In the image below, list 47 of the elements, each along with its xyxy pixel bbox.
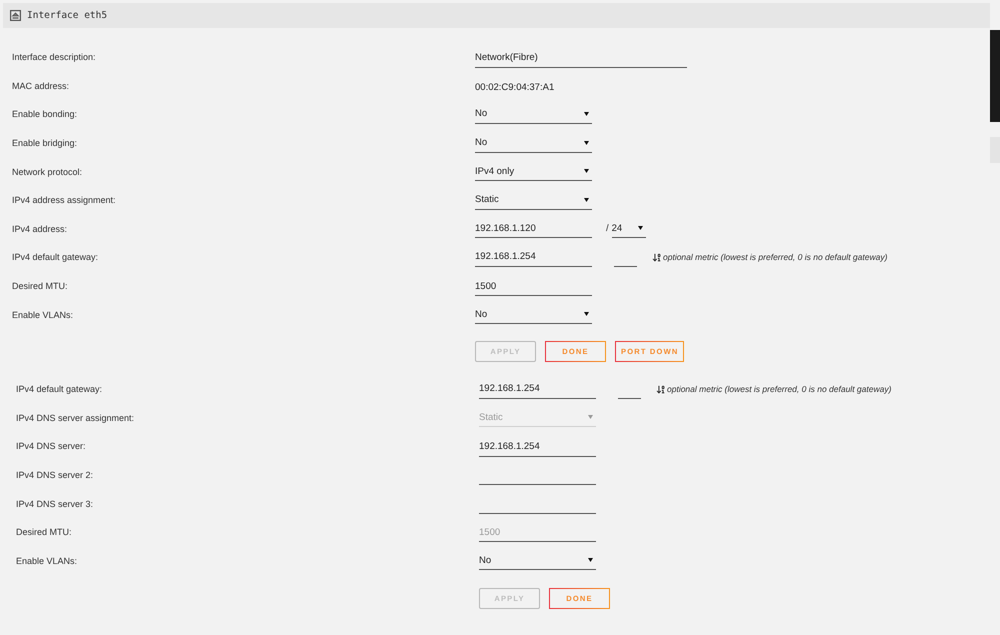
field-label: IPv4 address assignment:: [12, 195, 116, 206]
caret-icon: [638, 226, 643, 230]
field-label: Interface description:: [12, 52, 96, 62]
field-label: IPv4 default gateway:: [12, 252, 98, 262]
field-label: IPv4 DNS server 2:: [16, 470, 94, 480]
caret-icon: [584, 198, 589, 202]
caret-icon: [584, 312, 589, 316]
caret-icon: [588, 558, 593, 562]
caret-icon: [584, 112, 589, 116]
field-label: IPv4 address:: [12, 224, 68, 234]
metric-hint: optional metric (lowest is preferred, 0 is no default gateway): [667, 384, 892, 394]
sort-numeric-icon: [652, 252, 662, 263]
field-label: IPv4 default gateway:: [16, 384, 102, 394]
dropdown[interactable]: Static: [475, 190, 592, 210]
text-input[interactable]: 1500: [475, 277, 592, 296]
mac-address-value: 00:02:C9:04:37:A1: [475, 82, 554, 93]
field-label: IPv4 DNS server:: [16, 441, 86, 452]
field-label: Enable VLANs:: [16, 556, 78, 566]
dropdown[interactable]: No: [475, 104, 592, 124]
field-label: Desired MTU:: [16, 527, 72, 538]
caret-icon: [588, 415, 593, 420]
dropdown[interactable]: No: [479, 551, 596, 570]
field-label: IPv4 DNS server 3:: [16, 498, 94, 509]
text-input[interactable]: 192.168.1.254: [479, 438, 596, 457]
prefix-dropdown[interactable]: 24: [612, 219, 646, 238]
dropdown[interactable]: No: [475, 134, 592, 153]
address-input[interactable]: 192.168.1.120: [475, 219, 592, 238]
text-input[interactable]: 1500: [479, 523, 596, 542]
caret-icon: [584, 169, 589, 174]
field-label: Network protocol:: [12, 166, 82, 177]
sort-numeric-icon: [656, 384, 666, 395]
field-label: Enable bridging:: [12, 138, 78, 148]
prefix-separator: /: [606, 223, 609, 234]
field-label: Enable bonding:: [12, 109, 78, 120]
panel-title: Interface eth5: [27, 10, 108, 21]
metric-hint: optional metric (lowest is preferred, 0 is no default gateway): [663, 252, 888, 262]
gateway-input[interactable]: 192.168.1.254: [479, 380, 596, 399]
field-label: MAC address:: [12, 80, 70, 91]
eject-icon: [10, 10, 21, 21]
gateway-input[interactable]: 192.168.1.254: [475, 248, 592, 267]
field-label: IPv4 DNS server assignment:: [16, 412, 134, 423]
text-input[interactable]: Network(Fibre): [475, 48, 687, 68]
field-label: Desired MTU:: [12, 281, 68, 292]
dropdown[interactable]: IPv4 only: [475, 162, 592, 182]
dropdown[interactable]: No: [475, 305, 592, 324]
caret-icon: [584, 140, 589, 145]
field-label: Enable VLANs:: [12, 310, 74, 320]
